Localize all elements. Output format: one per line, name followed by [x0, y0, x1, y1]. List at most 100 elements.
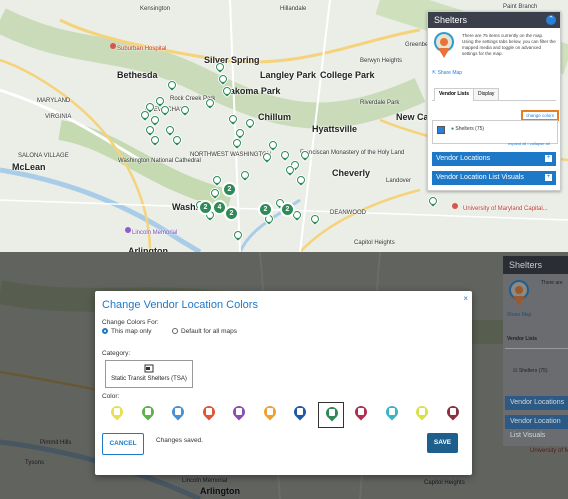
tab-vendor-lists[interactable]: Vendor Lists [434, 88, 475, 101]
map-label: Kensington [140, 6, 171, 12]
marker-cluster[interactable]: 2 [280, 202, 295, 217]
shelter-marker-icon[interactable] [293, 172, 309, 188]
shelters-label-dimmed: ☑ Shelters (75) [513, 368, 548, 374]
color-option-8[interactable] [317, 402, 344, 428]
map-label: College Park [320, 70, 375, 80]
tab-display[interactable]: Display [473, 88, 500, 100]
shelter-marker-icon[interactable] [259, 149, 275, 165]
shelter-marker-icon[interactable] [277, 147, 293, 163]
marker-cluster[interactable]: 2 [222, 182, 237, 197]
color-option-2[interactable] [135, 402, 161, 428]
collapse-icon[interactable]: ⌃ [546, 15, 556, 25]
shelter-marker-icon[interactable] [282, 162, 298, 178]
color-pin-icon [413, 403, 431, 422]
color-option-10[interactable] [379, 402, 405, 428]
map-label: MARYLAND [37, 98, 71, 104]
map-label: University of Maryland Capital... [463, 206, 548, 212]
map-label: Capitol Heights [354, 240, 395, 246]
color-option-4[interactable] [196, 402, 222, 428]
map-label: NORTHWEST WASHINGTON [190, 152, 272, 158]
color-pin-icon [108, 403, 126, 422]
marker-cluster[interactable]: 2 [224, 206, 239, 221]
map-label: Washington National Cathedral [118, 158, 201, 164]
color-option-1[interactable] [104, 402, 130, 428]
map-label: Suburban Hospital [117, 46, 167, 52]
vendor-location-list-visuals-button-dimmed: Vendor Location List Visuals [505, 415, 568, 439]
save-button[interactable]: SAVE [427, 433, 458, 453]
radio-this-map[interactable] [102, 328, 108, 334]
panel-title: Shelters [434, 15, 468, 25]
vendor-location-list-visuals-button[interactable]: Vendor Location List Visuals + [432, 171, 556, 185]
radio-default-label: Default for all maps [181, 328, 237, 335]
color-option-11[interactable] [409, 402, 435, 428]
expand-collapse-links[interactable]: expand all • collapse all [508, 141, 550, 146]
color-option-9[interactable] [348, 402, 374, 428]
color-option-12[interactable] [440, 402, 466, 428]
map-label: Langley Park [260, 70, 317, 80]
share-icon: ⇱ [432, 70, 437, 76]
shelter-marker-icon[interactable] [230, 227, 246, 243]
radio-default-all[interactable] [172, 328, 178, 334]
shelters-label: ● Shelters (75) [451, 126, 485, 132]
color-pin-icon [323, 404, 340, 423]
color-pin-icon [200, 403, 217, 422]
map-label: Cheverly [332, 168, 371, 178]
close-icon[interactable]: × [463, 294, 468, 303]
share-map-link[interactable]: ⇱ Share Map [432, 70, 462, 76]
tab-vendor-lists-dimmed: Vendor Lists [507, 336, 538, 342]
color-label: Color: [102, 393, 120, 400]
shelter-marker-icon[interactable] [147, 132, 163, 148]
shelter-marker-icon[interactable] [169, 132, 185, 148]
category-box: Static Transit Shelters (TSA) [105, 360, 193, 388]
change-for-label: Change Colors For: [102, 319, 159, 326]
map-avatar-icon [434, 32, 454, 58]
category-value: Static Transit Shelters (TSA) [111, 376, 187, 382]
shelters-checkbox[interactable] [437, 126, 445, 134]
shelter-marker-icon[interactable] [164, 77, 180, 93]
map-label: DEANWOOD [330, 210, 366, 216]
color-pin-icon [383, 403, 400, 422]
shelter-marker-icon[interactable] [242, 115, 258, 131]
map-label: Takoma Park [225, 86, 281, 96]
map-label: Chillum [258, 112, 291, 122]
marker-cluster[interactable]: 2 [198, 200, 213, 215]
map-label: McLean [12, 162, 46, 172]
color-pin-icon [169, 403, 187, 422]
color-option-5[interactable] [226, 402, 252, 428]
map-label: VIRGINIA [45, 114, 72, 120]
map-label: Berwyn Heights [360, 58, 403, 64]
change-colors-dialog: Change Vendor Location Colors × Change C… [95, 291, 472, 475]
color-option-7[interactable] [287, 402, 313, 428]
shelter-marker-icon[interactable] [229, 135, 245, 151]
shelter-marker-icon[interactable] [425, 193, 441, 209]
shelter-marker-icon[interactable] [202, 95, 218, 111]
color-pin-icon [261, 403, 278, 422]
shelter-marker-icon[interactable] [219, 83, 235, 99]
shelter-marker-icon[interactable] [209, 172, 225, 188]
map-label: Franciscan Monastery of the Holy Land [300, 150, 405, 156]
shelter-marker-icon[interactable] [157, 102, 173, 118]
panel-title-dimmed: Shelters [503, 256, 568, 274]
shelter-marker-icon[interactable] [237, 167, 253, 183]
plus-icon: + [545, 174, 552, 181]
vendor-locations-button[interactable]: Vendor Locations + [432, 152, 556, 166]
bus-shelter-icon [144, 364, 154, 373]
marker-cluster[interactable]: 2 [258, 202, 273, 217]
vendor-locations-button-dimmed: Vendor Locations [505, 396, 568, 410]
map-label: Paint Branch [503, 4, 538, 10]
category-label: Category: [102, 350, 131, 357]
color-option-3[interactable] [165, 402, 191, 428]
shelter-marker-icon[interactable] [297, 147, 313, 163]
shelter-marker-icon[interactable] [137, 107, 153, 123]
share-map-link-dimmed: Share Map [507, 312, 532, 318]
cancel-button[interactable]: CANCEL [102, 433, 144, 455]
shelter-marker-icon[interactable] [307, 211, 323, 227]
map-label: Hillandale [280, 6, 307, 12]
color-option-6[interactable] [257, 402, 283, 428]
panel-description: There are 75 items currently on the map.… [462, 33, 556, 56]
shelter-marker-icon[interactable] [177, 102, 193, 118]
map-label: Silver Spring [204, 55, 260, 65]
shelter-marker-icon[interactable] [225, 111, 241, 127]
color-pin-icon [444, 403, 461, 422]
shelters-panel: Shelters ⌃ There are 75 items currently … [427, 11, 561, 191]
